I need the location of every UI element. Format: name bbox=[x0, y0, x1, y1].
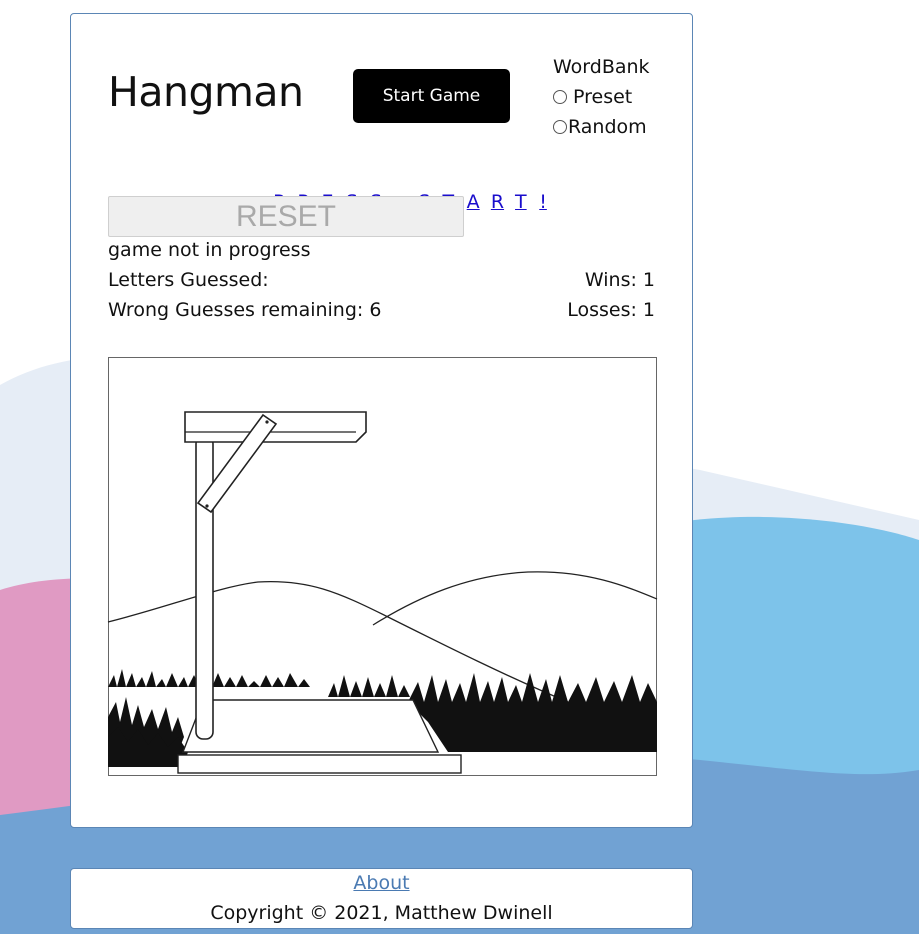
reset-button[interactable]: RESET bbox=[108, 196, 464, 237]
gallows-illustration bbox=[107, 411, 658, 774]
start-game-button[interactable]: Start Game bbox=[353, 69, 510, 123]
puzzle-letter[interactable]: R bbox=[491, 191, 515, 213]
wordbank-option-preset[interactable]: Preset bbox=[553, 82, 650, 112]
losses-count: Losses: 1 bbox=[567, 299, 655, 321]
gallows-beam bbox=[184, 411, 367, 443]
gallows-post bbox=[195, 436, 214, 740]
wins-count: Wins: 1 bbox=[584, 269, 655, 291]
hill-left bbox=[107, 580, 569, 703]
puzzle-letter[interactable]: ! bbox=[539, 191, 563, 213]
puzzle-letter[interactable]: T bbox=[515, 191, 539, 213]
game-card: Hangman Start Game WordBank Preset Rando… bbox=[70, 13, 693, 828]
page-title: Hangman bbox=[108, 68, 304, 116]
preset-radio[interactable] bbox=[553, 90, 567, 104]
random-radio[interactable] bbox=[553, 120, 567, 134]
page-footer: About Copyright © 2021, Matthew Dwinell bbox=[70, 868, 693, 929]
hill-right bbox=[372, 571, 658, 626]
platform-base bbox=[177, 754, 462, 774]
preset-label: Preset bbox=[573, 86, 633, 108]
letters-guessed: Letters Guessed: bbox=[108, 269, 269, 291]
about-link[interactable]: About bbox=[71, 872, 692, 894]
wordbank-option-random[interactable]: Random bbox=[553, 112, 650, 142]
random-label: Random bbox=[568, 116, 647, 138]
puzzle-letter[interactable]: A bbox=[467, 191, 491, 213]
hangman-scene bbox=[107, 357, 658, 776]
wordbank-selector: WordBank Preset Random bbox=[553, 52, 650, 142]
wrong-guesses-remaining: Wrong Guesses remaining: 6 bbox=[108, 299, 382, 321]
game-status: game not in progress bbox=[108, 239, 311, 261]
wordbank-label: WordBank bbox=[553, 56, 650, 78]
copyright-text: Copyright © 2021, Matthew Dwinell bbox=[210, 902, 553, 924]
platform-top bbox=[181, 699, 440, 753]
